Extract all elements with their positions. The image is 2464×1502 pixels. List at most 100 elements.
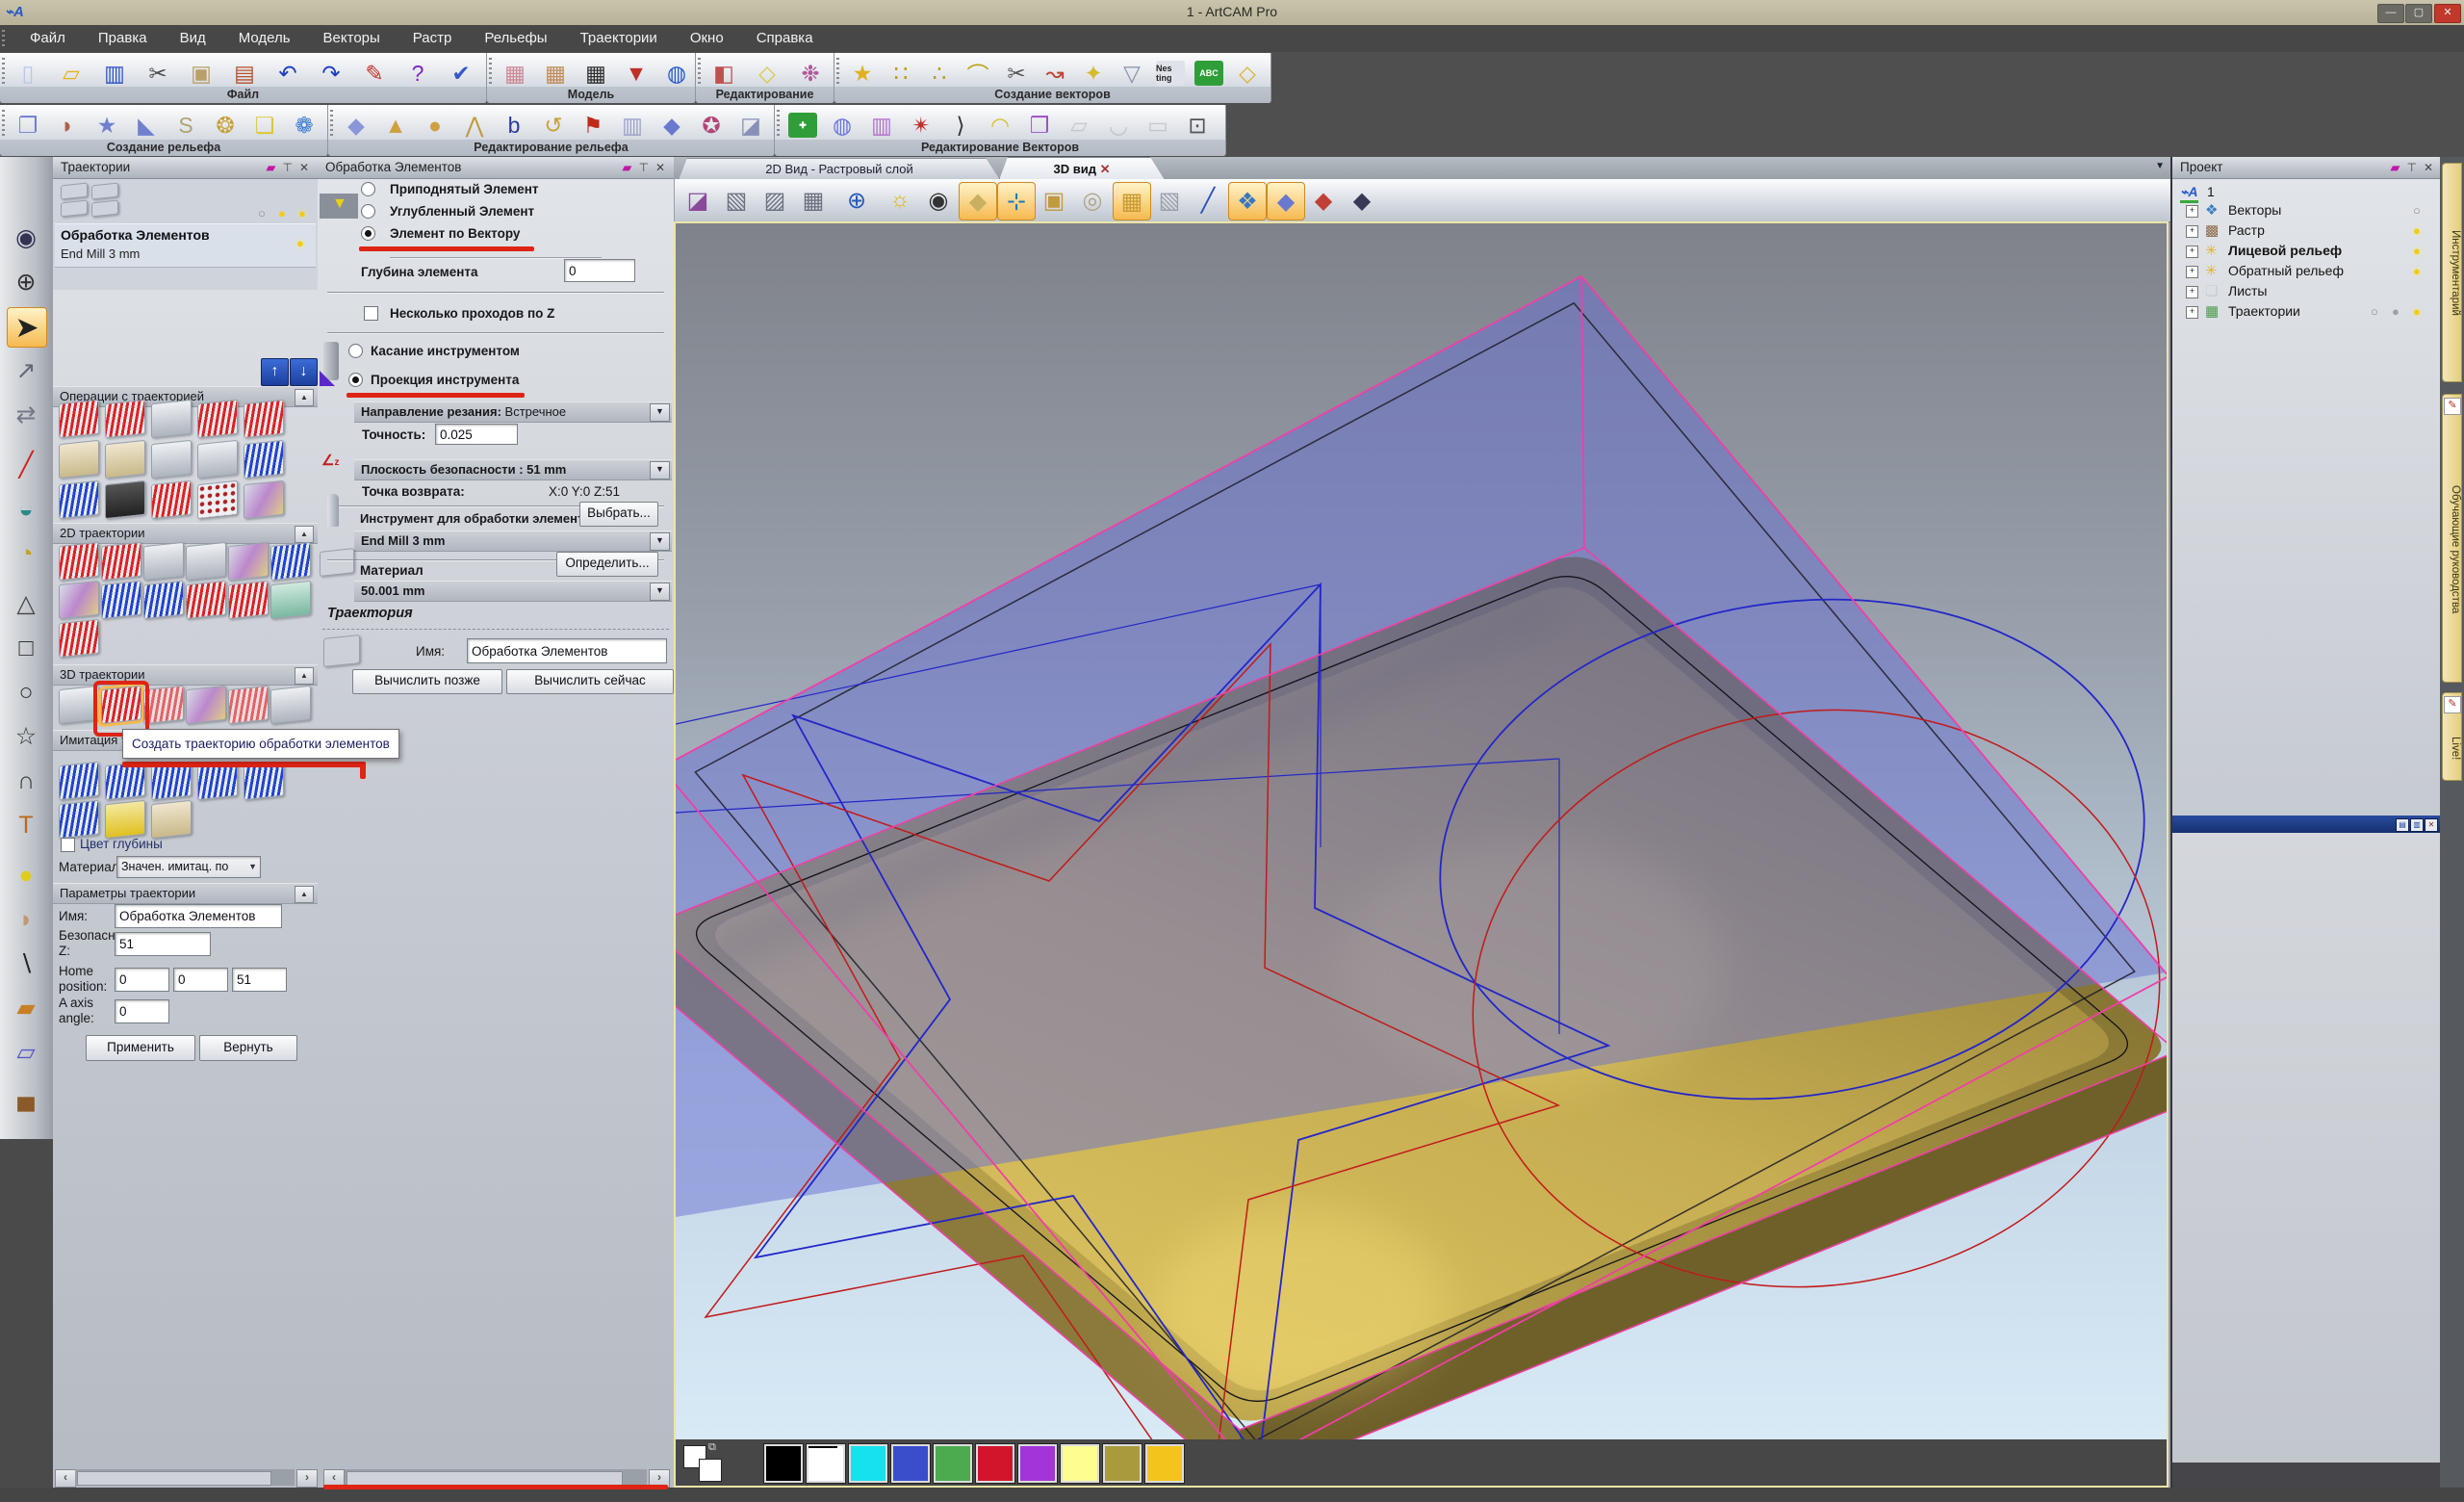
multipass-label[interactable]: Несколько проходов по Z xyxy=(390,306,554,321)
radio-on-vector-label[interactable]: Элемент по Вектору xyxy=(390,226,520,241)
fp-scroll-track[interactable] xyxy=(345,1469,647,1486)
pin-icon[interactable]: ⊤ xyxy=(639,161,649,174)
apply-button[interactable]: Применить xyxy=(86,1035,195,1061)
radio-feature-on-vector[interactable] xyxy=(361,226,375,241)
vector-trim-icon[interactable]: ✂ xyxy=(998,56,1035,91)
tool-icon-0-0-4[interactable] xyxy=(244,400,284,438)
star-stamp-icon[interactable]: ✪ xyxy=(693,108,730,142)
bitmap-shapes-icon[interactable]: ◧ xyxy=(706,56,742,91)
pencil-draw-icon[interactable]: ╱ xyxy=(7,446,45,484)
arc-tool-icon[interactable]: ◡ xyxy=(1100,108,1137,142)
calligraphy-pen-icon[interactable]: ∖ xyxy=(7,945,45,983)
help-book-icon[interactable]: ? xyxy=(399,56,436,91)
tool-icon-1-1-1[interactable] xyxy=(101,581,141,619)
tool-icon-0-0-0[interactable] xyxy=(59,400,99,438)
pane-layout-icon[interactable]: ▥ xyxy=(2410,818,2424,832)
maximize-button[interactable]: ▢ xyxy=(2405,4,2432,23)
tool-icon-1-1-5[interactable] xyxy=(270,581,311,619)
relief-invert-icon[interactable]: ▦ xyxy=(578,56,614,91)
license-wizard-icon[interactable]: ✔ xyxy=(443,56,479,91)
minimize-button[interactable]: — xyxy=(2377,4,2404,23)
tool-icon-2-0-3[interactable] xyxy=(186,686,226,724)
side-tab-1[interactable]: ✎Обучающие руководства xyxy=(2442,394,2462,683)
plane-icon[interactable]: ◆ xyxy=(338,108,374,142)
tool-icon-0-2-1[interactable] xyxy=(105,480,145,519)
draw-block-icon[interactable]: ▣ xyxy=(1036,182,1072,219)
view-along-x-icon[interactable]: ▧ xyxy=(718,182,755,219)
help-book-icon[interactable]: ▰ xyxy=(267,161,275,174)
pan-globe-icon[interactable]: ⊕ xyxy=(7,263,45,301)
text-tool-icon[interactable]: T xyxy=(7,806,45,844)
view-along-z-icon[interactable]: ▦ xyxy=(795,182,832,219)
tool-icon-1-1-3[interactable] xyxy=(186,581,226,619)
relief-back-icon[interactable]: ▦ xyxy=(537,56,574,91)
tool-icon-1-0-4[interactable] xyxy=(228,542,269,581)
palette-swatch-7[interactable] xyxy=(1061,1444,1099,1483)
tool-icon-1-1-0[interactable] xyxy=(59,581,99,619)
bulb-dim-icon[interactable]: ● xyxy=(2392,304,2400,319)
help-book-icon[interactable]: ▰ xyxy=(623,161,631,174)
calculate-now-button[interactable]: Вычислить сейчас xyxy=(506,669,674,694)
tool-icon-1-0-1[interactable] xyxy=(101,542,141,581)
emboss-b-icon[interactable]: b xyxy=(496,108,532,142)
sculpt-sphere-icon[interactable]: ● xyxy=(417,108,453,142)
menu-6[interactable]: Рельефы xyxy=(468,25,563,51)
fit-frame-icon[interactable]: ⊡ xyxy=(1179,108,1216,142)
bulb-glow-icon[interactable]: ● xyxy=(298,206,306,220)
notes-icon[interactable]: ✎ xyxy=(356,56,393,91)
text-abc-icon[interactable]: ABC xyxy=(1191,56,1227,91)
vector-cage-icon[interactable]: ▥ xyxy=(863,108,900,142)
menu-1[interactable]: Правка xyxy=(82,25,164,51)
3d-viewport[interactable] xyxy=(676,223,2167,1439)
weave-wizard-icon[interactable]: ❂ xyxy=(207,108,244,142)
tool-icon-0-0-1[interactable] xyxy=(105,400,145,438)
cut-direction-dropdown[interactable]: Направление резания: Встречное▼ xyxy=(354,401,672,423)
menu-5[interactable]: Растр xyxy=(397,25,469,51)
tool-icon-0-1-0[interactable] xyxy=(59,440,99,479)
calculate-later-button[interactable]: Вычислить позже xyxy=(352,669,502,694)
vector-add-icon[interactable]: ✚ xyxy=(784,108,821,142)
shape-editor-icon[interactable]: ❐ xyxy=(10,108,46,142)
palette-swatch-3[interactable] xyxy=(891,1444,930,1483)
color-shade-eye-icon[interactable]: ◉ xyxy=(920,182,957,219)
circles-array-icon[interactable]: ∷ xyxy=(883,56,919,91)
bulb-glow-icon[interactable]: ● xyxy=(296,236,304,250)
dropdown-arrow-icon[interactable]: ▼ xyxy=(650,532,670,551)
tool-icon-1-0-3[interactable] xyxy=(186,542,226,581)
pin-icon[interactable]: ⊤ xyxy=(2407,161,2417,174)
lp-scroll-track[interactable] xyxy=(75,1469,295,1486)
side-tab-2[interactable]: ✎Live! xyxy=(2442,692,2462,781)
depth-color-checkbox[interactable] xyxy=(61,838,75,852)
radio-tool-projection[interactable] xyxy=(348,373,363,387)
tool-icon-1-1-4[interactable] xyxy=(228,581,269,619)
tool-icon-1-0-0[interactable] xyxy=(59,542,99,581)
tool-icon-0-2-0[interactable] xyxy=(59,480,99,519)
wave-star-icon[interactable]: ✴ xyxy=(903,108,939,142)
depth-input[interactable] xyxy=(564,259,635,282)
expand-icon[interactable]: + xyxy=(2186,286,2198,298)
radio-touch-label[interactable]: Касание инструментом xyxy=(371,344,520,358)
tool-select-button[interactable]: Выбрать... xyxy=(579,502,658,527)
envelope-icon[interactable]: ▽ xyxy=(1114,56,1150,91)
project-root[interactable]: ⌁A 1 xyxy=(2172,183,2442,202)
tree-item-4[interactable]: +❏Листы xyxy=(2172,282,2442,301)
tool-icon-3-1-0[interactable] xyxy=(59,800,99,839)
rectangle-tool-icon[interactable]: □ xyxy=(7,629,45,667)
radio-recessed-label[interactable]: Углубленный Элемент xyxy=(390,204,534,219)
tool-icon-0-0-2[interactable] xyxy=(151,400,192,438)
menu-2[interactable]: Вид xyxy=(164,25,222,51)
tool-icon-0-1-2[interactable] xyxy=(151,440,192,479)
round-rect-icon[interactable]: ▭ xyxy=(1140,108,1176,142)
menu-4[interactable]: Векторы xyxy=(307,25,397,51)
pin-icon[interactable]: ⊤ xyxy=(283,161,293,174)
draw-back-relief-icon[interactable]: ◆ xyxy=(1305,182,1342,219)
menu-3[interactable]: Модель xyxy=(222,25,307,51)
palette-swatch-8[interactable] xyxy=(1103,1444,1142,1483)
tool-icon-0-1-3[interactable] xyxy=(197,440,238,479)
light-toggle-icon[interactable]: ☼ xyxy=(882,182,918,219)
fp-name-input[interactable] xyxy=(467,638,667,663)
palette-swatch-9[interactable] xyxy=(1145,1444,1184,1483)
sweep-s-icon[interactable]: S xyxy=(167,108,204,142)
a-axis-input[interactable] xyxy=(115,999,169,1023)
toolbar-grip[interactable] xyxy=(698,58,701,86)
